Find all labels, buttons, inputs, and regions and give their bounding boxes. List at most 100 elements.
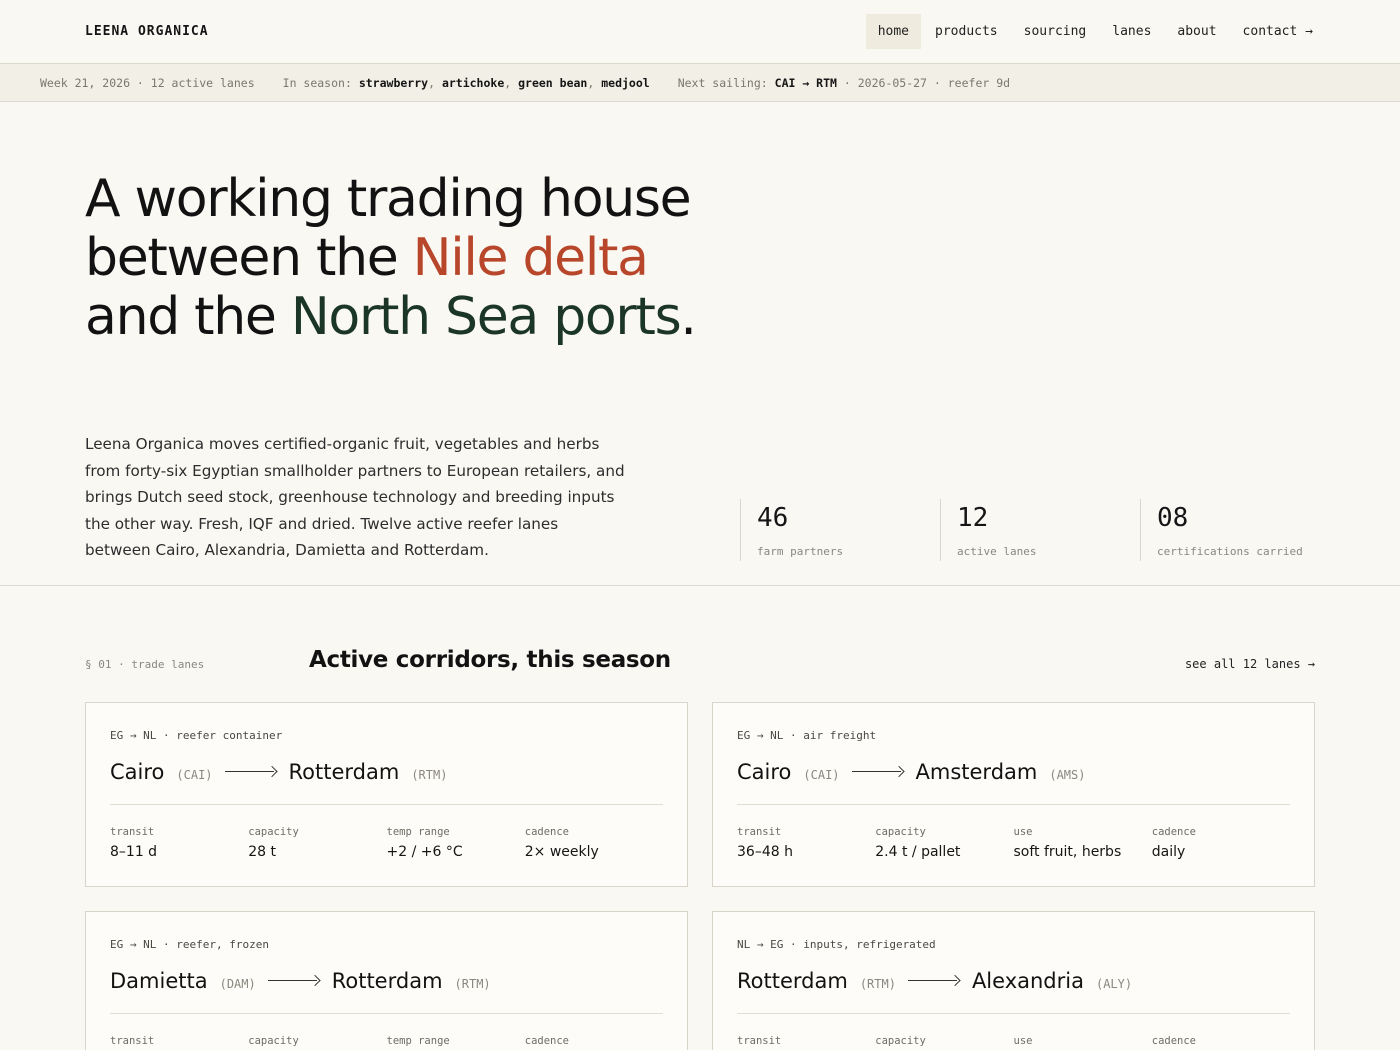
nav-contact[interactable]: contact → — [1231, 14, 1325, 49]
spec-transit: transit — [737, 1035, 875, 1050]
destination-city: Rotterdam — [288, 760, 400, 784]
lane-card-rtm-aly[interactable]: NL → EG · inputs, refrigerated Rotterdam… — [712, 911, 1315, 1050]
spec-use: use soft fruit, herbs — [1014, 826, 1152, 860]
lane-cards-grid: EG → NL · reefer container Cairo (CAI) R… — [85, 702, 1315, 1050]
spec-value: daily — [1151, 844, 1186, 860]
section-title: Active corridors, this season — [309, 647, 671, 673]
nav-sourcing[interactable]: sourcing — [1012, 14, 1099, 49]
spec-temp-range: temp range +2 / +6 °C — [387, 826, 525, 860]
spec-key: cadence — [524, 826, 570, 838]
spec-key: transit — [110, 1035, 155, 1047]
stat-certifications: 08 certifications carried — [1140, 499, 1340, 561]
spec-use: use — [1014, 1035, 1152, 1050]
spec-key: cadence — [524, 1035, 570, 1047]
spec-key: transit — [737, 1035, 782, 1047]
ticker-next-sailing: Next sailing: CAI → RTM · 2026-05-27 · r… — [678, 76, 1010, 90]
spec-value: 2.4 t / pallet — [875, 844, 961, 860]
lane-kicker: EG → NL · air freight — [737, 729, 877, 742]
stat-active-lanes: 12 active lanes — [940, 499, 1140, 561]
destination-code: (RTM) — [454, 977, 491, 991]
ticker-in-season: In season: strawberry, artichoke, green … — [282, 75, 650, 90]
spec-capacity: capacity 28 t — [248, 826, 386, 860]
origin-city: Cairo — [737, 760, 792, 784]
spec-key: temp range — [386, 1035, 450, 1047]
lane-specs: transit capacity use cadence — [737, 1035, 1290, 1050]
stat-number: 46 — [757, 503, 789, 533]
spec-capacity: capacity — [875, 1035, 1013, 1050]
lane-route: Rotterdam (RTM) Alexandria (ALY) — [737, 969, 1290, 1014]
origin-city: Damietta — [110, 969, 208, 993]
route-arrow-icon — [267, 976, 320, 986]
stat-number: 12 — [957, 503, 989, 533]
destination-city: Amsterdam — [915, 760, 1038, 784]
origin-city: Rotterdam — [737, 969, 848, 993]
hero-description: Leena Organica moves certified-organic f… — [85, 435, 625, 559]
nav-products[interactable]: products — [923, 14, 1010, 49]
lane-kicker: EG → NL · reefer, frozen — [110, 938, 269, 951]
stat-farm-partners: 46 farm partners — [740, 499, 940, 561]
next-sailing-route: CAI → RTM — [774, 75, 837, 90]
hero-title-highlight-ports: North Sea ports — [290, 287, 682, 347]
spec-key: use — [1013, 826, 1033, 838]
spec-transit: transit — [110, 1035, 248, 1050]
hero-title: A working trading house between the Nile… — [85, 170, 705, 347]
hero-title-text: . — [680, 287, 697, 347]
spec-key: cadence — [1151, 826, 1197, 838]
spec-value: 36–48 h — [737, 844, 793, 860]
in-season-label: In season: — [282, 75, 352, 90]
spec-cadence: cadence daily — [1152, 826, 1290, 860]
spec-value: 8–11 d — [110, 844, 158, 860]
lane-specs: transit capacity temp range cadence — [110, 1035, 663, 1050]
stat-label: farm partners — [757, 545, 844, 558]
route-arrow-icon — [907, 976, 960, 986]
origin-code: (CAI) — [176, 768, 213, 782]
destination-code: (ALY) — [1095, 977, 1133, 991]
spec-key: capacity — [248, 826, 299, 838]
nav-lanes[interactable]: lanes — [1100, 14, 1163, 49]
spec-value: 2× weekly — [524, 844, 599, 860]
spec-value: +2 / +6 °C — [386, 844, 463, 860]
main-nav: home products sourcing lanes about conta… — [865, 14, 1325, 49]
route-arrow-icon — [224, 767, 277, 777]
spec-key: temp range — [386, 826, 450, 838]
section-label: § 01 · trade lanes — [85, 658, 205, 671]
spec-transit: transit 36–48 h — [737, 826, 875, 860]
spec-temp-range: temp range — [387, 1035, 525, 1050]
spec-capacity: capacity 2.4 t / pallet — [875, 826, 1013, 860]
spec-key: transit — [737, 826, 782, 838]
ticker-week: Week 21, 2026 · 12 active lanes — [40, 75, 255, 90]
destination-city: Rotterdam — [331, 969, 443, 993]
brand-logo[interactable]: LEENA ORGANICA — [85, 24, 209, 39]
spec-key: capacity — [875, 1035, 926, 1047]
season-item: green bean — [518, 75, 588, 90]
stat-label: active lanes — [957, 545, 1037, 558]
spec-key: transit — [110, 826, 155, 838]
lane-kicker: NL → EG · inputs, refrigerated — [737, 938, 936, 951]
hero-section: A working trading house between the Nile… — [0, 102, 1400, 586]
stat-number: 08 — [1157, 503, 1189, 533]
origin-code: (DAM) — [219, 977, 256, 991]
destination-city: Alexandria — [971, 969, 1084, 993]
spec-value: 28 t — [248, 844, 277, 860]
status-ticker: Week 21, 2026 · 12 active lanes In seaso… — [0, 64, 1400, 102]
spec-capacity: capacity — [248, 1035, 386, 1050]
nav-about[interactable]: about — [1165, 14, 1228, 49]
spec-cadence: cadence 2× weekly — [525, 826, 663, 860]
destination-code: (AMS) — [1049, 768, 1086, 782]
season-item: artichoke — [441, 75, 505, 90]
lane-card-dam-rtm[interactable]: EG → NL · reefer, frozen Damietta (DAM) … — [85, 911, 688, 1050]
see-all-lanes-link[interactable]: see all 12 lanes → — [1185, 657, 1315, 671]
spec-key: cadence — [1151, 1035, 1197, 1047]
lane-card-cai-ams[interactable]: EG → NL · air freight Cairo (CAI) Amster… — [712, 702, 1315, 887]
destination-code: (RTM) — [411, 768, 448, 782]
site-header: LEENA ORGANICA home products sourcing la… — [0, 0, 1400, 64]
next-sailing-label: Next sailing: — [677, 75, 768, 90]
season-item: medjool — [601, 75, 650, 90]
lane-card-cai-rtm[interactable]: EG → NL · reefer container Cairo (CAI) R… — [85, 702, 688, 887]
next-sailing-detail: · 2026-05-27 · reefer 9d — [843, 75, 1011, 90]
spec-cadence: cadence — [1152, 1035, 1290, 1050]
nav-home[interactable]: home — [865, 14, 922, 49]
origin-city: Cairo — [110, 760, 165, 784]
season-item: strawberry — [358, 75, 429, 90]
spec-transit: transit 8–11 d — [110, 826, 248, 860]
